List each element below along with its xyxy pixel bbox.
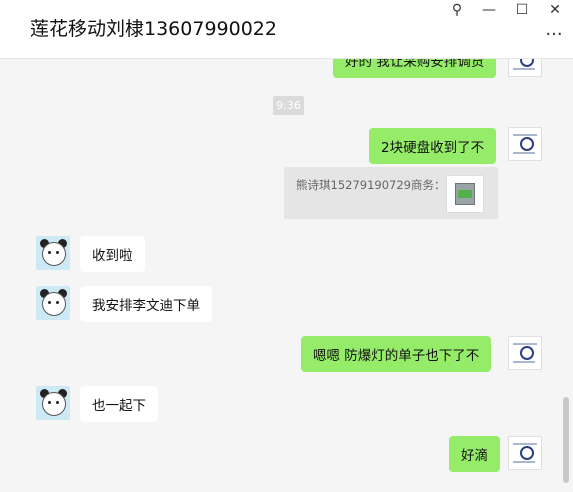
close-button[interactable]: ✕ [538,0,572,20]
timestamp-label: 9:36 [273,96,304,115]
quoted-message[interactable]: 熊诗琪15279190729商务： [284,167,498,219]
contact-avatar[interactable] [36,386,70,420]
message-list[interactable]: 好的 我让采购安排调货 9:36 2块硬盘收到了不 熊诗琪15279190729… [0,59,573,492]
chat-header: 莲花移动刘棣13607990022 ⚲ — ☐ ✕ ··· [0,0,573,59]
quoted-message-text: 熊诗琪15279190729商务： [296,178,446,192]
contact-avatar[interactable] [36,236,70,270]
hard-drive-thumbnail[interactable] [446,175,484,213]
message-bubble-received[interactable]: 收到啦 [80,236,145,272]
my-avatar[interactable] [508,59,542,77]
contact-avatar[interactable] [36,286,70,320]
message-bubble-sent[interactable]: 嗯嗯 防爆灯的单子也下了不 [301,336,492,372]
my-avatar[interactable] [508,127,542,161]
scrollbar-thumb[interactable] [563,397,569,483]
my-avatar[interactable] [508,436,542,470]
message-bubble-received[interactable]: 我安排李文迪下单 [80,286,212,322]
more-options-icon[interactable]: ··· [543,26,565,44]
message-bubble-sent[interactable]: 好滴 [449,436,500,472]
message-bubble-sent[interactable]: 2块硬盘收到了不 [369,128,497,164]
pin-icon[interactable]: ⚲ [440,0,474,20]
my-avatar[interactable] [508,336,542,370]
maximize-button[interactable]: ☐ [505,0,539,20]
message-bubble-sent[interactable]: 好的 我让采购安排调货 [333,59,497,78]
chat-title: 莲花移动刘棣13607990022 [30,18,277,40]
minimize-button[interactable]: — [472,0,506,20]
message-bubble-received[interactable]: 也一起下 [80,386,158,422]
